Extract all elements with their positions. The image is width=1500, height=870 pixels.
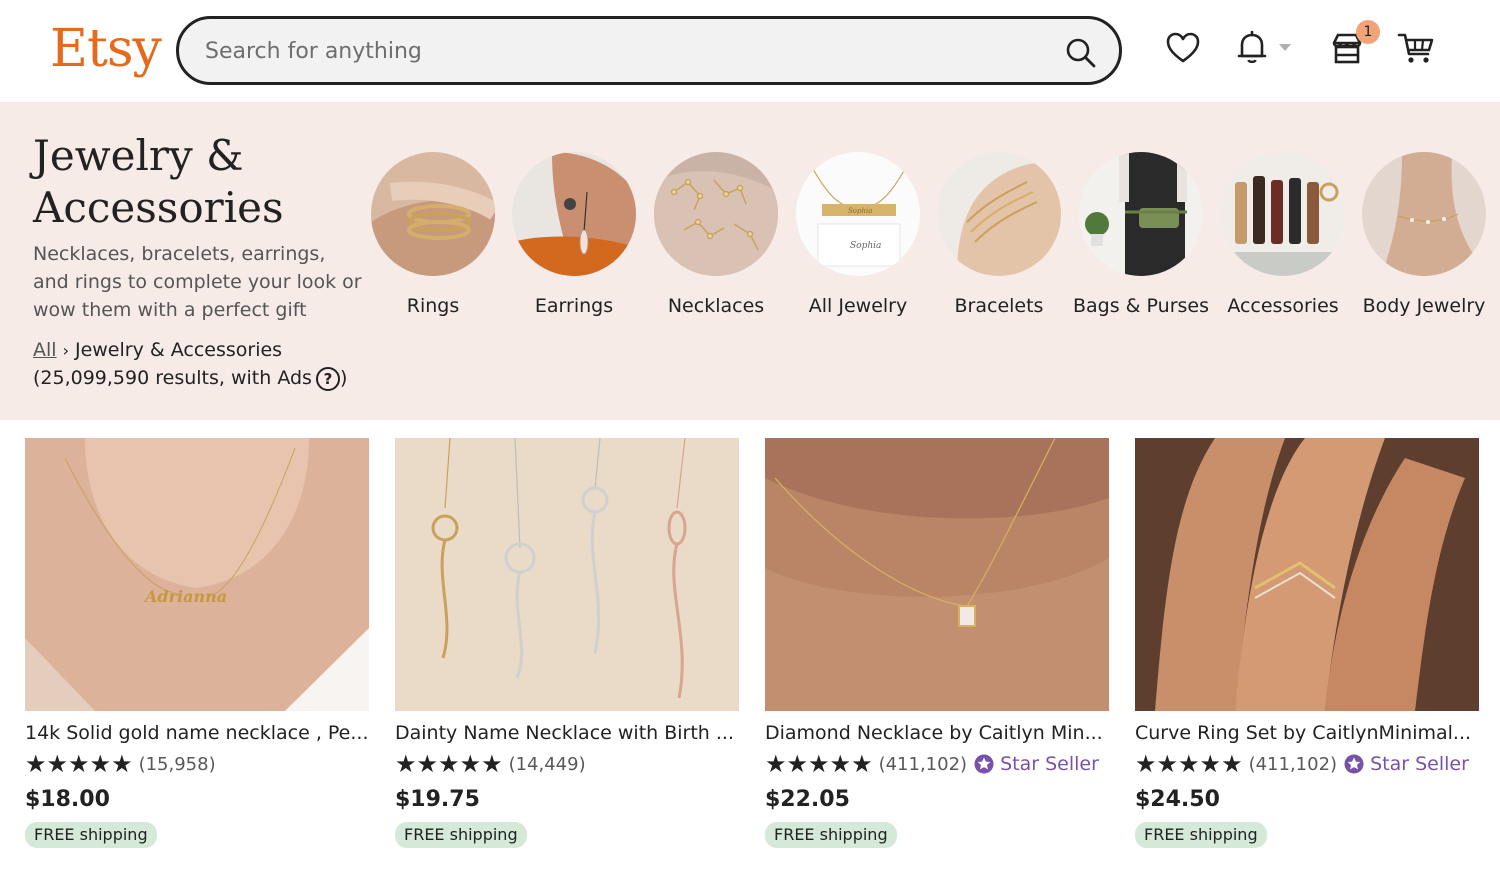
subcategory-accessories[interactable]: Accessories bbox=[1212, 152, 1354, 319]
svg-text:Adrianna: Adrianna bbox=[143, 587, 227, 606]
etsy-logo[interactable]: Etsy bbox=[50, 14, 162, 84]
product-title[interactable]: Dainty Name Necklace with Birth ... bbox=[395, 720, 739, 746]
breadcrumb-current: Jewelry & Accessories bbox=[74, 339, 283, 361]
search-button[interactable] bbox=[1061, 33, 1101, 73]
star-seller-badge: Star Seller bbox=[1344, 753, 1469, 775]
subcategory-all-jewelry[interactable]: Sophia Sophia All Jewelry bbox=[787, 152, 929, 319]
chevron-right-icon: › bbox=[62, 341, 69, 360]
star-seller-label: Star Seller bbox=[1370, 753, 1469, 775]
cart-icon bbox=[1397, 33, 1434, 63]
keychain-photo-icon bbox=[1221, 152, 1345, 276]
heart-icon bbox=[1166, 32, 1200, 63]
subcategory-label: Accessories bbox=[1227, 295, 1339, 317]
search-icon bbox=[1066, 38, 1096, 68]
bracelet-photo-icon bbox=[937, 152, 1061, 276]
subcategory-earrings[interactable]: Earrings bbox=[503, 152, 645, 319]
subcategory-body-jewelry[interactable]: Body Jewelry bbox=[1353, 152, 1495, 319]
star-rating-icon: ★★★★★ bbox=[25, 750, 133, 778]
subcategory-necklaces[interactable]: Necklaces bbox=[645, 152, 787, 319]
product-title[interactable]: Diamond Necklace by Caitlyn Min... bbox=[765, 720, 1109, 746]
product-rating: ★★★★★ (411,102) Star Seller bbox=[1135, 751, 1479, 777]
svg-text:Sophia: Sophia bbox=[848, 207, 872, 215]
product-image[interactable] bbox=[395, 438, 739, 711]
subcategory-bags-purses[interactable]: Bags & Purses bbox=[1070, 152, 1212, 319]
caret-down-icon bbox=[1279, 44, 1291, 51]
subcategory-label: Body Jewelry bbox=[1362, 295, 1486, 317]
star-rating-icon: ★★★★★ bbox=[1135, 750, 1243, 778]
star-seller-icon bbox=[1344, 754, 1364, 774]
product-image[interactable] bbox=[765, 438, 1109, 711]
product-rating: ★★★★★ (15,958) bbox=[25, 751, 369, 777]
free-shipping-badge: FREE shipping bbox=[765, 822, 897, 848]
results-count: (25,099,590 results, with Ads?) bbox=[33, 364, 347, 392]
product-card[interactable]: Dainty Name Necklace with Birth ... ★★★★… bbox=[395, 438, 739, 848]
search-bar[interactable] bbox=[176, 16, 1122, 85]
notifications-button[interactable] bbox=[1232, 28, 1272, 68]
star-seller-badge: Star Seller bbox=[974, 753, 1099, 775]
star-seller-label: Star Seller bbox=[1000, 753, 1099, 775]
subcategory-bracelets[interactable]: Bracelets bbox=[928, 152, 1070, 319]
product-card[interactable]: Diamond Necklace by Caitlyn Min... ★★★★★… bbox=[765, 438, 1109, 848]
review-count: (411,102) bbox=[1248, 753, 1338, 775]
product-title[interactable]: 14k Solid gold name necklace , Pe... bbox=[25, 720, 369, 746]
results-text: (25,099,590 results, with Ads bbox=[33, 367, 312, 389]
results-close: ) bbox=[339, 367, 348, 389]
ring-photo-icon bbox=[371, 152, 495, 276]
search-input[interactable] bbox=[205, 33, 1045, 69]
question-icon[interactable]: ? bbox=[315, 366, 340, 391]
star-rating-icon: ★★★★★ bbox=[395, 750, 503, 778]
product-card[interactable]: Curve Ring Set by CaitlynMinimal... ★★★★… bbox=[1135, 438, 1479, 848]
belt-bag-photo-icon bbox=[1079, 152, 1203, 276]
earring-photo-icon bbox=[512, 152, 636, 276]
anklet-photo-icon bbox=[1362, 152, 1486, 276]
subcategory-label: All Jewelry bbox=[808, 295, 908, 317]
product-title[interactable]: Curve Ring Set by CaitlynMinimal... bbox=[1135, 720, 1479, 746]
product-price: $22.05 bbox=[765, 787, 850, 812]
product-rating: ★★★★★ (14,449) bbox=[395, 751, 739, 777]
free-shipping-badge: FREE shipping bbox=[395, 822, 527, 848]
product-price: $18.00 bbox=[25, 787, 110, 812]
product-card[interactable]: Adrianna 14k Solid gold name necklace , … bbox=[25, 438, 369, 848]
star-rating-icon: ★★★★★ bbox=[765, 750, 873, 778]
notifications-dropdown[interactable] bbox=[1270, 28, 1300, 68]
breadcrumb: All › Jewelry & Accessories bbox=[33, 336, 282, 365]
subcategory-label: Necklaces bbox=[667, 295, 765, 317]
star-seller-icon bbox=[974, 754, 994, 774]
product-rating: ★★★★★ (411,102) Star Seller bbox=[765, 751, 1109, 777]
necklace-photo-icon bbox=[654, 152, 778, 276]
top-header: Etsy 1 bbox=[0, 0, 1500, 102]
subcategory-label: Bracelets bbox=[954, 295, 1044, 317]
bar-necklace-photo-icon: Sophia Sophia bbox=[796, 152, 920, 276]
page-title: Jewelry & Accessories bbox=[33, 131, 284, 232]
bell-icon bbox=[1237, 31, 1267, 64]
product-price: $19.75 bbox=[395, 787, 480, 812]
free-shipping-badge: FREE shipping bbox=[1135, 822, 1267, 848]
product-price: $24.50 bbox=[1135, 787, 1220, 812]
review-count: (14,449) bbox=[508, 753, 586, 775]
category-description: Necklaces, bracelets, earrings, and ring… bbox=[33, 243, 362, 321]
cart-button[interactable] bbox=[1396, 28, 1436, 68]
breadcrumb-all-link[interactable]: All bbox=[33, 339, 57, 361]
subcategory-label: Rings bbox=[406, 295, 460, 317]
review-count: (15,958) bbox=[138, 753, 216, 775]
subcategory-label: Earrings bbox=[534, 295, 614, 317]
subcategory-label: Bags & Purses bbox=[1073, 295, 1209, 317]
product-image[interactable]: Adrianna bbox=[25, 438, 369, 711]
subcategory-rings[interactable]: Rings bbox=[362, 152, 504, 319]
category-banner: Jewelry & Accessories Necklaces, bracele… bbox=[0, 102, 1500, 420]
svg-text:Sophia: Sophia bbox=[850, 241, 881, 251]
product-image[interactable] bbox=[1135, 438, 1479, 711]
free-shipping-badge: FREE shipping bbox=[25, 822, 157, 848]
favorites-button[interactable] bbox=[1163, 28, 1203, 68]
shop-notification-badge: 1 bbox=[1356, 20, 1380, 44]
review-count: (411,102) bbox=[878, 753, 968, 775]
